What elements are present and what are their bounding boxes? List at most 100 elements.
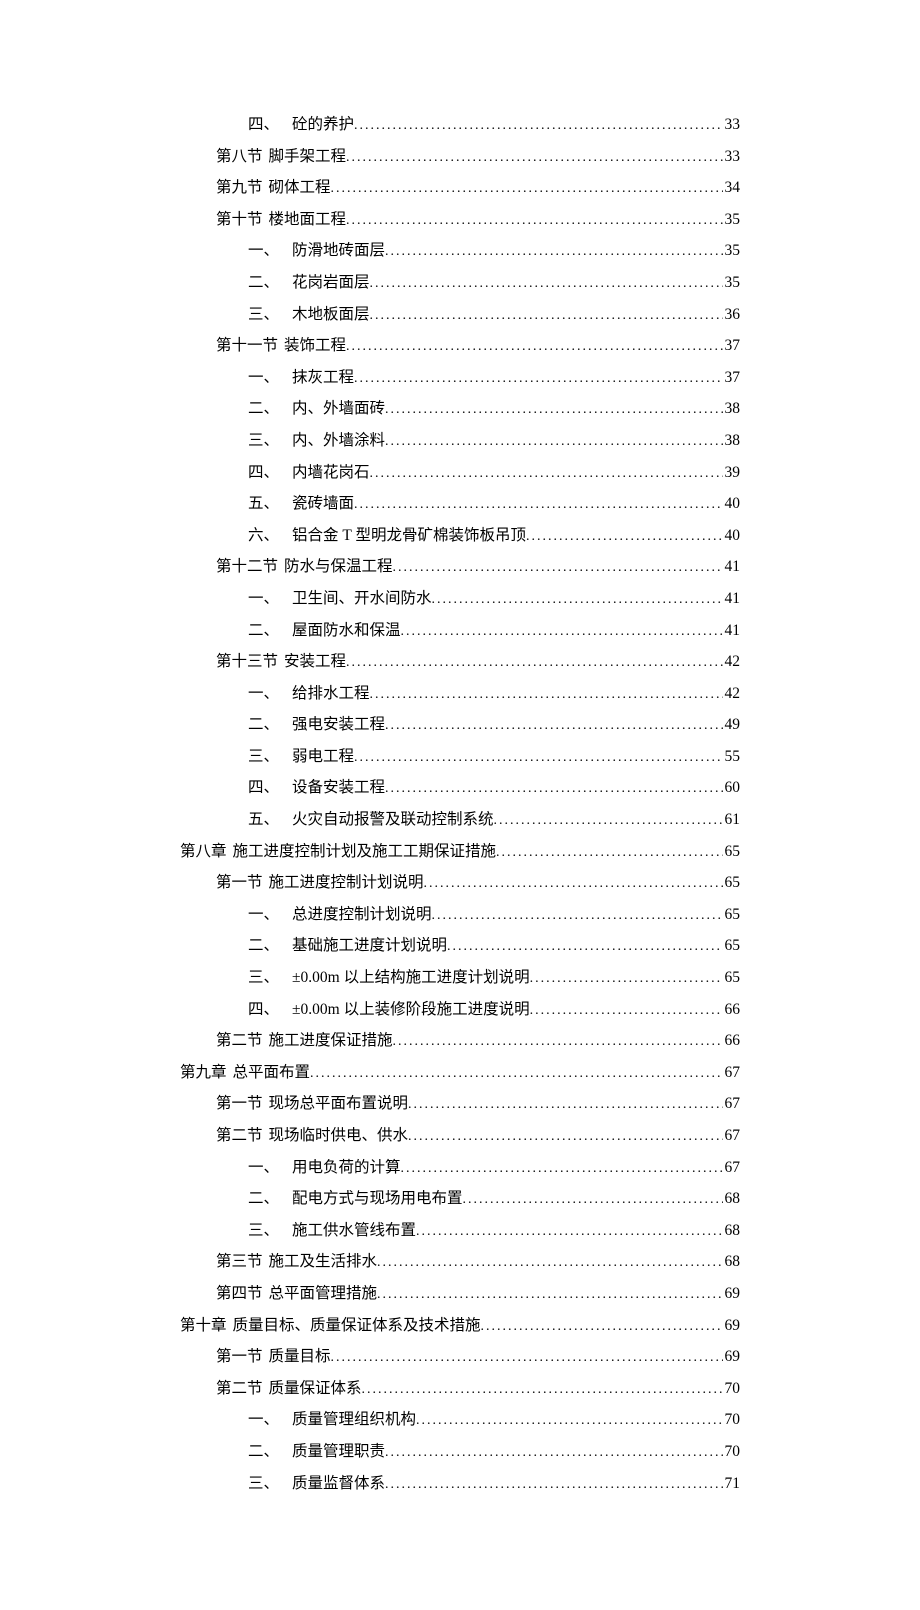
toc-entry-label: 二、 bbox=[248, 268, 292, 297]
toc-entry-page: 37 bbox=[723, 363, 741, 392]
toc-entry-label: 一、 bbox=[248, 1405, 292, 1434]
toc-entry[interactable]: 一、防滑地砖面层35 bbox=[180, 236, 740, 266]
toc-entry-label: 第一节 bbox=[216, 1342, 263, 1371]
toc-entry-label: 第八章 bbox=[180, 837, 227, 866]
toc-entry[interactable]: 第二节质量保证体系70 bbox=[180, 1374, 740, 1404]
toc-entry-title: 防滑地砖面层 bbox=[292, 236, 385, 265]
toc-entry[interactable]: 一、用电负荷的计算67 bbox=[180, 1153, 740, 1183]
toc-leader-dots bbox=[346, 145, 722, 172]
toc-entry[interactable]: 第三节施工及生活排水68 bbox=[180, 1247, 740, 1277]
toc-entry-label: 第十章 bbox=[180, 1311, 227, 1340]
toc-leader-dots bbox=[385, 1440, 722, 1467]
toc-entry[interactable]: 第四节总平面管理措施69 bbox=[180, 1279, 740, 1309]
toc-leader-dots bbox=[385, 239, 722, 266]
toc-entry-title: 瓷砖墙面 bbox=[292, 489, 354, 518]
toc-entry-title: 总平面布置 bbox=[233, 1058, 311, 1087]
toc-entry[interactable]: 一、总进度控制计划说明65 bbox=[180, 900, 740, 930]
toc-leader-dots bbox=[377, 1282, 722, 1309]
toc-page: 四、砼的养护33第八节脚手架工程33第九节砌体工程34第十节楼地面工程35一、防… bbox=[0, 0, 920, 1610]
toc-entry-label: 第二节 bbox=[216, 1121, 263, 1150]
toc-entry[interactable]: 第十节楼地面工程35 bbox=[180, 205, 740, 235]
toc-entry-title: 强电安装工程 bbox=[292, 710, 385, 739]
toc-entry-title: 抹灰工程 bbox=[292, 363, 354, 392]
toc-entry-page: 38 bbox=[723, 426, 741, 455]
toc-entry-title: 施工进度保证措施 bbox=[269, 1026, 393, 1055]
toc-entry-page: 68 bbox=[723, 1247, 741, 1276]
toc-entry[interactable]: 四、设备安装工程60 bbox=[180, 773, 740, 803]
toc-entry[interactable]: 五、火灾自动报警及联动控制系统61 bbox=[180, 805, 740, 835]
toc-leader-dots bbox=[530, 998, 723, 1025]
toc-entry-page: 49 bbox=[723, 710, 741, 739]
toc-entry[interactable]: 三、内、外墙涂料38 bbox=[180, 426, 740, 456]
toc-entry[interactable]: 第二节施工进度保证措施 66 bbox=[180, 1026, 740, 1056]
toc-leader-dots bbox=[354, 366, 722, 393]
toc-entry[interactable]: 六、铝合金 T 型明龙骨矿棉装饰板吊顶40 bbox=[180, 521, 740, 551]
toc-entry[interactable]: 二、质量管理职责70 bbox=[180, 1437, 740, 1467]
toc-entry-page: 34 bbox=[723, 173, 741, 202]
toc-entry-page: 68 bbox=[723, 1184, 741, 1213]
toc-entry-title: 铝合金 T 型明龙骨矿棉装饰板吊顶 bbox=[292, 521, 526, 550]
toc-entry-page: 55 bbox=[723, 742, 741, 771]
toc-entry-page: 66 bbox=[723, 1026, 741, 1055]
toc-entry-page: 68 bbox=[723, 1216, 741, 1245]
toc-entry[interactable]: 四、±0.00m 以上装修阶段施工进度说明66 bbox=[180, 995, 740, 1025]
toc-entry-page: 65 bbox=[723, 963, 741, 992]
toc-entry-page: 65 bbox=[723, 868, 741, 897]
toc-entry-title: 施工进度控制计划说明 bbox=[269, 868, 424, 897]
toc-leader-dots bbox=[346, 334, 722, 361]
toc-entry[interactable]: 四、内墙花岗石39 bbox=[180, 458, 740, 488]
toc-entry[interactable]: 第二节现场临时供电、供水67 bbox=[180, 1121, 740, 1151]
toc-entry[interactable]: 第八节脚手架工程33 bbox=[180, 142, 740, 172]
toc-entry-title: 施工进度控制计划及施工工期保证措施 bbox=[233, 837, 497, 866]
toc-entry[interactable]: 第一节施工进度控制计划说明 65 bbox=[180, 868, 740, 898]
toc-entry[interactable]: 第十章质量目标、质量保证体系及技术措施69 bbox=[180, 1311, 740, 1341]
toc-entry[interactable]: 一、抹灰工程37 bbox=[180, 363, 740, 393]
toc-entry[interactable]: 二、花岗岩面层35 bbox=[180, 268, 740, 298]
toc-entry[interactable]: 二、基础施工进度计划说明65 bbox=[180, 931, 740, 961]
toc-entry[interactable]: 第九章总平面布置67 bbox=[180, 1058, 740, 1088]
toc-entry-label: 四、 bbox=[248, 458, 292, 487]
toc-entry[interactable]: 第九节砌体工程34 bbox=[180, 173, 740, 203]
toc-entry[interactable]: 三、±0.00m 以上结构施工进度计划说明65 bbox=[180, 963, 740, 993]
toc-entry-title: 弱电工程 bbox=[292, 742, 354, 771]
toc-entry[interactable]: 第一节现场总平面布置说明67 bbox=[180, 1089, 740, 1119]
toc-entry[interactable]: 第十二节防水与保温工程41 bbox=[180, 552, 740, 582]
toc-leader-dots bbox=[494, 808, 723, 835]
toc-entry-label: 第一节 bbox=[216, 868, 263, 897]
toc-entry-label: 第二节 bbox=[216, 1026, 263, 1055]
toc-entry[interactable]: 二、屋面防水和保温41 bbox=[180, 616, 740, 646]
toc-leader-dots bbox=[385, 776, 722, 803]
toc-leader-dots bbox=[463, 1187, 723, 1214]
toc-entry[interactable]: 二、配电方式与现场用电布置68 bbox=[180, 1184, 740, 1214]
toc-entry-title: 质量目标 bbox=[269, 1342, 331, 1371]
toc-entry[interactable]: 第十一节装饰工程37 bbox=[180, 331, 740, 361]
toc-leader-dots bbox=[416, 1408, 722, 1435]
toc-entry[interactable]: 第一节质量目标69 bbox=[180, 1342, 740, 1372]
toc-entry[interactable]: 第十三节安装工程42 bbox=[180, 647, 740, 677]
toc-leader-dots bbox=[408, 1092, 722, 1119]
toc-entry-title: 木地板面层 bbox=[292, 300, 370, 329]
toc-entry-page: 60 bbox=[723, 773, 741, 802]
toc-entry-label: 二、 bbox=[248, 616, 292, 645]
toc-entry[interactable]: 四、砼的养护33 bbox=[180, 110, 740, 140]
toc-entry-page: 40 bbox=[723, 489, 741, 518]
toc-entry[interactable]: 三、质量监督体系71 bbox=[180, 1469, 740, 1499]
toc-entry[interactable]: 二、内、外墙面砖38 bbox=[180, 394, 740, 424]
toc-entry[interactable]: 三、施工供水管线布置68 bbox=[180, 1216, 740, 1246]
toc-entry[interactable]: 五、瓷砖墙面40 bbox=[180, 489, 740, 519]
toc-entry-label: 二、 bbox=[248, 394, 292, 423]
toc-entry[interactable]: 一、给排水工程42 bbox=[180, 679, 740, 709]
toc-entry[interactable]: 三、弱电工程55 bbox=[180, 742, 740, 772]
toc-entry[interactable]: 一、质量管理组织机构70 bbox=[180, 1405, 740, 1435]
toc-entry[interactable]: 一、卫生间、开水间防水41 bbox=[180, 584, 740, 614]
toc-entry[interactable]: 第八章施工进度控制计划及施工工期保证措施65 bbox=[180, 837, 740, 867]
toc-entry[interactable]: 三、木地板面层36 bbox=[180, 300, 740, 330]
toc-leader-dots bbox=[526, 524, 723, 551]
toc-entry[interactable]: 二、强电安装工程49 bbox=[180, 710, 740, 740]
toc-entry-label: 三、 bbox=[248, 963, 292, 992]
toc-entry-label: 四、 bbox=[248, 110, 292, 139]
toc-entry-title: 内墙花岗石 bbox=[292, 458, 370, 487]
toc-entry-label: 第九节 bbox=[216, 173, 263, 202]
toc-leader-dots bbox=[401, 619, 723, 646]
toc-leader-dots bbox=[385, 397, 722, 424]
